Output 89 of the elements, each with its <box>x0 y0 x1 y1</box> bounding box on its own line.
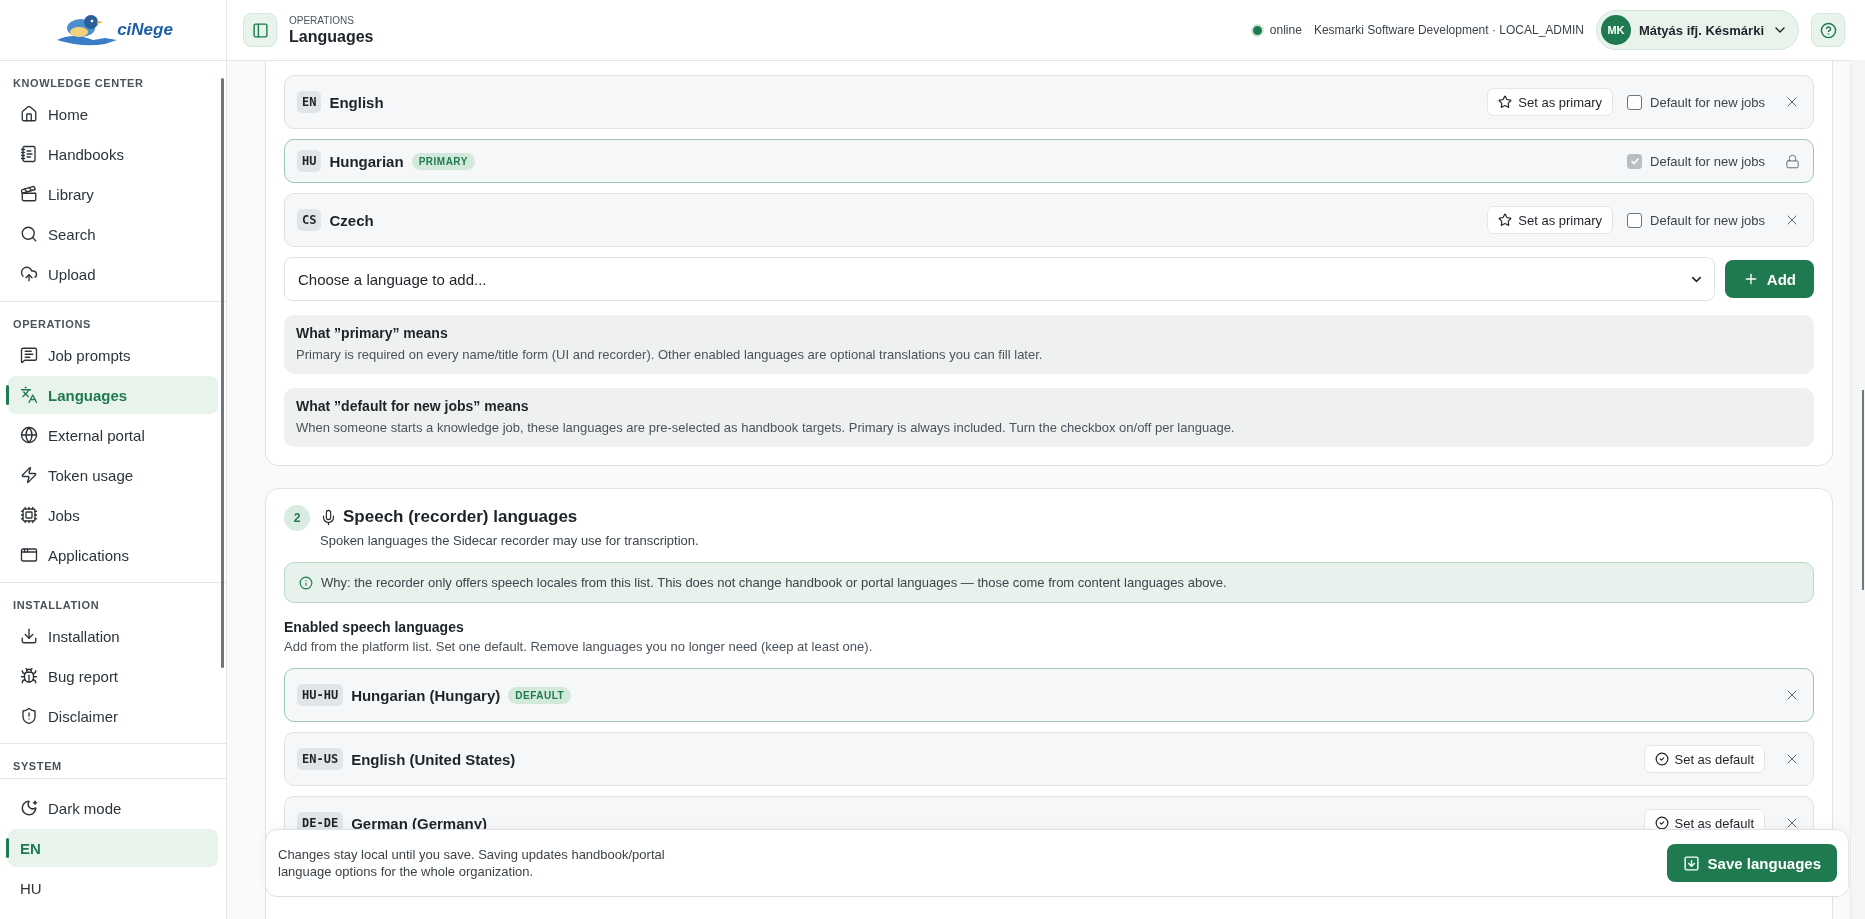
language-select[interactable]: Choose a language to add... <box>284 257 1715 301</box>
section-title: Speech (recorder) languages <box>343 507 578 527</box>
primary-badge: PRIMARY <box>411 152 475 170</box>
search-icon <box>20 225 38 243</box>
language-name: Czech <box>329 211 374 229</box>
message-icon <box>20 346 38 364</box>
default-badge: DEFAULT <box>508 686 572 704</box>
media-icon <box>20 185 38 203</box>
language-option[interactable]: HU <box>8 869 218 907</box>
list-hint: Add from the platform list. Set one default. Remove languages you no longer need (keep at least one). <box>284 639 874 654</box>
note-title: What ”default for new jobs” means <box>296 398 530 414</box>
bug-icon <box>20 667 38 685</box>
info-icon <box>299 575 313 590</box>
sidebar-item[interactable]: Bug report <box>8 657 218 695</box>
user-menu-button[interactable]: MK Mátyás ifj. Késmárki <box>1596 10 1799 50</box>
sidebar-item[interactable]: Search <box>8 215 218 253</box>
sidebar-item[interactable]: Jobs <box>8 496 218 534</box>
lightning-icon <box>20 466 38 484</box>
add-button[interactable]: Add <box>1724 260 1814 298</box>
section-heading: OPERATIONS <box>12 317 92 332</box>
note-text: Primary is required on every name/title form (UI and recorder). Other enabled languages are optional translations you can fill later. <box>296 347 1044 362</box>
language-code: HU <box>297 150 322 172</box>
status-text: online <box>1269 23 1302 37</box>
sidebar-item[interactable]: Applications <box>8 536 218 574</box>
house-icon <box>20 105 38 123</box>
default-checkbox[interactable]: Default for new jobs <box>1627 94 1765 110</box>
breadcrumb: OPERATIONS <box>289 14 355 26</box>
language-code: EN <box>297 91 322 113</box>
set-default-button[interactable]: Set as default <box>1643 745 1765 773</box>
shield-icon <box>20 707 38 725</box>
info-text: Why: the recorder only offers speech locales from this list. This does not change handbook or portal languages — those come from content languages above. <box>321 575 1227 590</box>
locale-code: HU-HU <box>297 684 344 706</box>
language-code: CS <box>297 209 322 231</box>
logo-text: ciNege <box>117 20 173 40</box>
set-primary-button[interactable]: Set as primary <box>1487 206 1614 234</box>
sidebar-item[interactable]: Home <box>8 95 218 133</box>
sidebar-item[interactable]: Languages <box>8 376 218 414</box>
note-text: When someone starts a knowledge job, these languages are pre-selected as handbook targets. Primary is always included. Turn the checkbox on/off per language. <box>296 420 1236 435</box>
list-title: Enabled speech languages <box>284 619 465 635</box>
help-button[interactable] <box>1811 13 1845 47</box>
status-dot <box>1250 23 1264 37</box>
notebook-icon <box>20 145 38 163</box>
avatar: MK <box>1601 15 1631 45</box>
translate-icon <box>20 386 38 404</box>
section-heading: SYSTEM <box>12 759 63 774</box>
note-title: What ”primary” means <box>296 325 449 341</box>
window-icon <box>20 546 38 564</box>
organization-text: Kesmarki Software Development · LOCAL_ADMIN <box>1313 23 1584 37</box>
dark-mode-toggle[interactable]: Dark mode <box>8 789 218 827</box>
sidebar-item[interactable]: Token usage <box>8 456 218 494</box>
user-name: Mátyás ifj. Késmárki <box>1639 22 1764 38</box>
language-name: Hungarian (Hungary) <box>351 686 501 704</box>
page-title: Languages <box>289 27 374 46</box>
moon-icon <box>20 799 38 817</box>
sidebar-item[interactable]: Handbooks <box>8 135 218 173</box>
section-heading: INSTALLATION <box>12 598 101 613</box>
cloud-upload-icon <box>20 265 38 283</box>
check-circle-icon <box>1654 816 1669 830</box>
chip-icon <box>20 506 38 524</box>
save-button[interactable]: Save languages <box>1666 844 1837 882</box>
language-option[interactable]: EN <box>8 829 218 867</box>
panel-icon <box>251 21 269 39</box>
step-number: 2 <box>284 505 310 531</box>
language-name: English (United States) <box>351 750 516 768</box>
star-icon <box>1498 95 1513 109</box>
sidebar-item[interactable]: Installation <box>8 617 218 655</box>
lock-icon <box>1783 153 1801 169</box>
sidebar-item[interactable]: Job prompts <box>8 336 218 374</box>
sidebar-item[interactable]: Upload <box>8 255 218 293</box>
section-heading: KNOWLEDGE CENTER <box>12 76 145 91</box>
microphone-icon <box>320 508 337 526</box>
language-name: English <box>329 93 384 111</box>
check-circle-icon <box>1654 752 1669 766</box>
language-name: Hungarian <box>329 152 404 170</box>
locale-code: EN-US <box>297 748 344 770</box>
save-notice: Changes stay local until you save. Saving updates handbook/portal language options for the whole organization. <box>278 846 666 880</box>
sidebar-item[interactable]: Disclaimer <box>8 697 218 735</box>
set-primary-button[interactable]: Set as primary <box>1487 88 1614 116</box>
save-icon <box>1682 854 1700 872</box>
sidebar-item[interactable]: External portal <box>8 416 218 454</box>
sidebar-item[interactable]: Library <box>8 175 218 213</box>
star-icon <box>1498 213 1513 227</box>
section-subtitle: Spoken languages the Sidecar recorder may use for transcription. <box>320 533 699 548</box>
check-icon <box>1629 156 1640 166</box>
download-icon <box>20 627 38 645</box>
globe-icon <box>20 426 38 444</box>
help-icon <box>1819 21 1837 39</box>
sidebar-toggle-button[interactable] <box>243 13 277 47</box>
default-checkbox[interactable]: Default for new jobs <box>1627 212 1765 228</box>
